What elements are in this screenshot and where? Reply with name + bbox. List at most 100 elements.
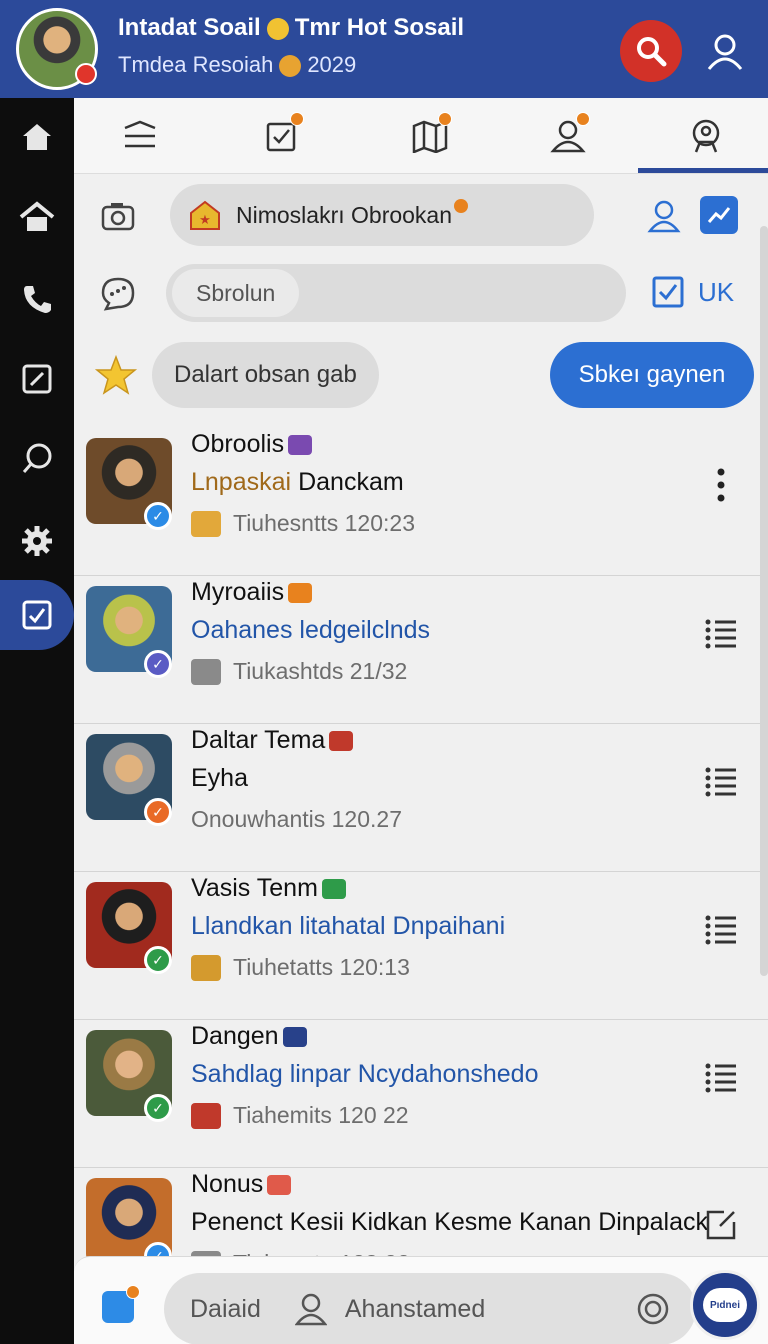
camera-icon (101, 203, 135, 231)
rail-item-calls[interactable] (0, 264, 74, 334)
tab-map[interactable] (402, 110, 458, 162)
rail-item-tasks[interactable] (0, 580, 74, 650)
list-options-button[interactable] (696, 904, 746, 954)
rail-item-house[interactable] (0, 182, 74, 252)
rail-item-edit[interactable] (0, 344, 74, 414)
home-icon (23, 124, 51, 150)
emoji-icon (266, 17, 289, 40)
tab-profile[interactable] (678, 110, 734, 162)
list-icon (705, 767, 736, 797)
list-options-button[interactable] (696, 1052, 746, 1102)
camera-button[interactable] (96, 194, 140, 238)
contact-name-text: Vasis Tenm (191, 874, 318, 902)
timestamp-text: Onouwhantis 120.27 (191, 806, 402, 832)
user-icon (647, 200, 681, 233)
rail-item-chat[interactable] (0, 424, 74, 494)
status-badge: ✓ (144, 1094, 172, 1122)
list-item[interactable]: ✓ Dangen Sahdlag linpar Ncydahonshedo Tiahe… (74, 1022, 768, 1168)
filter-chip[interactable]: Dalart obsan gab (152, 342, 379, 408)
message-preview: Llandkan litahatal Dnpaihani (191, 912, 505, 941)
menu-icon (124, 120, 156, 148)
contact-name: Daltar Tema (191, 726, 354, 755)
search-field[interactable]: Sbrolun (166, 264, 626, 322)
sticker-icon (267, 1175, 292, 1196)
message-text: Sahdlag linpar Ncydahonshedo (191, 1060, 539, 1088)
title-text: Intadat Soail (118, 14, 261, 41)
profile-icon (692, 119, 720, 153)
add-contact-button[interactable] (642, 194, 686, 238)
calendar-button[interactable] (102, 1285, 140, 1323)
search-input[interactable]: Sbrolun (172, 269, 300, 317)
timestamp: Onouwhantis 120.27 (191, 806, 402, 833)
list-options-button[interactable] (696, 756, 746, 806)
tab-contacts[interactable] (540, 110, 596, 162)
chat-bubble-icon (22, 443, 52, 473)
featured-chip[interactable]: ★ Nimoslakrı Obrookan (170, 184, 594, 246)
trend-icon (707, 207, 731, 223)
uk-toggle[interactable]: UK (652, 276, 734, 308)
search-icon (637, 37, 667, 67)
attachment-icon (191, 658, 221, 685)
message-button[interactable] (96, 272, 140, 316)
contact-name: Nonus (191, 1170, 292, 1199)
house-icon (19, 201, 55, 231)
sticker-icon (288, 583, 313, 604)
primary-action-button[interactable]: Sbkeı gaynen (550, 342, 754, 408)
list-item[interactable]: ✓ Myroaiis Oahanes ledgeilclnds Tiukashtds … (74, 578, 768, 724)
tab-bar (74, 98, 768, 174)
fab-label: Pıdnei (703, 1288, 747, 1322)
profile-button[interactable] (700, 26, 750, 76)
tab-checklist[interactable] (254, 110, 310, 162)
message-preview: Oahanes ledgeilclnds (191, 616, 430, 645)
list-options-button[interactable] (696, 1200, 746, 1250)
contact-name-text: Obroolis (191, 430, 285, 458)
timestamp: Tiuhetatts 120:13 (191, 954, 410, 981)
star-icon[interactable] (94, 354, 138, 403)
more-vertical-icon (717, 468, 725, 502)
contact-name: Obroolis (191, 430, 313, 459)
scrollbar[interactable] (760, 226, 768, 976)
notification-dot (126, 1285, 140, 1299)
tab-menu[interactable] (112, 110, 168, 162)
rail-item-settings[interactable] (0, 506, 74, 576)
house-badge-icon: ★ (190, 200, 220, 230)
more-options-button[interactable] (696, 460, 746, 510)
list-item[interactable]: ✓ Obroolis Lnpaskai Danckam Tiuhesntts 120:2… (74, 430, 768, 576)
message-text: Eyha (191, 764, 248, 792)
message-text-rest: Danckam (298, 468, 404, 496)
search-button[interactable] (620, 20, 682, 82)
notification-dot (290, 112, 304, 126)
message-preview: Eyha (191, 764, 248, 793)
trend-button[interactable] (700, 196, 738, 234)
chat-dots-icon (101, 277, 135, 311)
primary-button-label: Sbkeı gaynen (578, 361, 726, 388)
user-icon (707, 34, 743, 70)
message-preview: Sahdlag linpar Ncydahonshedo (191, 1060, 538, 1089)
list-icon (705, 1063, 736, 1093)
avatar[interactable] (16, 8, 98, 90)
title-suffix: Tmr Hot Sosail (294, 14, 465, 41)
subtitle-text: Tmdea Resoiah (118, 52, 274, 77)
checkbox-icon (652, 276, 684, 308)
sticker-icon (321, 879, 346, 900)
subtitle-year: 2029 (307, 52, 357, 77)
page-subtitle: Tmdea Resoiah 2029 (118, 52, 356, 78)
list-item[interactable]: ✓ Daltar Tema Eyha Onouwhantis 120.27 (74, 726, 768, 872)
status-badge: ✓ (144, 798, 172, 826)
floating-action-button[interactable]: Pıdnei (690, 1270, 760, 1340)
rail-item-home[interactable] (0, 102, 74, 172)
attachment-icon (191, 510, 221, 537)
svg-text:★: ★ (199, 212, 211, 227)
page-title: Intadat Soail Tmr Hot Sosail (118, 14, 464, 42)
timestamp: Tiuhesntts 120:23 (191, 510, 415, 537)
edit-icon (706, 1210, 736, 1240)
list-item[interactable]: ✓ Vasis Tenm Llandkan litahatal Dnpaihani T… (74, 874, 768, 1020)
list-options-button[interactable] (696, 608, 746, 658)
contact-name: Vasis Tenm (191, 874, 346, 903)
notification-dot (576, 112, 590, 126)
compose-field[interactable]: Daiaid Ahanstamed (164, 1273, 696, 1344)
main-panel: ★ Nimoslakrı Obrookan Sbrolun UK Dalart … (74, 98, 768, 1344)
list-icon (705, 619, 736, 649)
timestamp-text: Tiuhetatts 120:13 (233, 954, 410, 980)
bottom-bar: Daiaid Ahanstamed (74, 1256, 768, 1344)
